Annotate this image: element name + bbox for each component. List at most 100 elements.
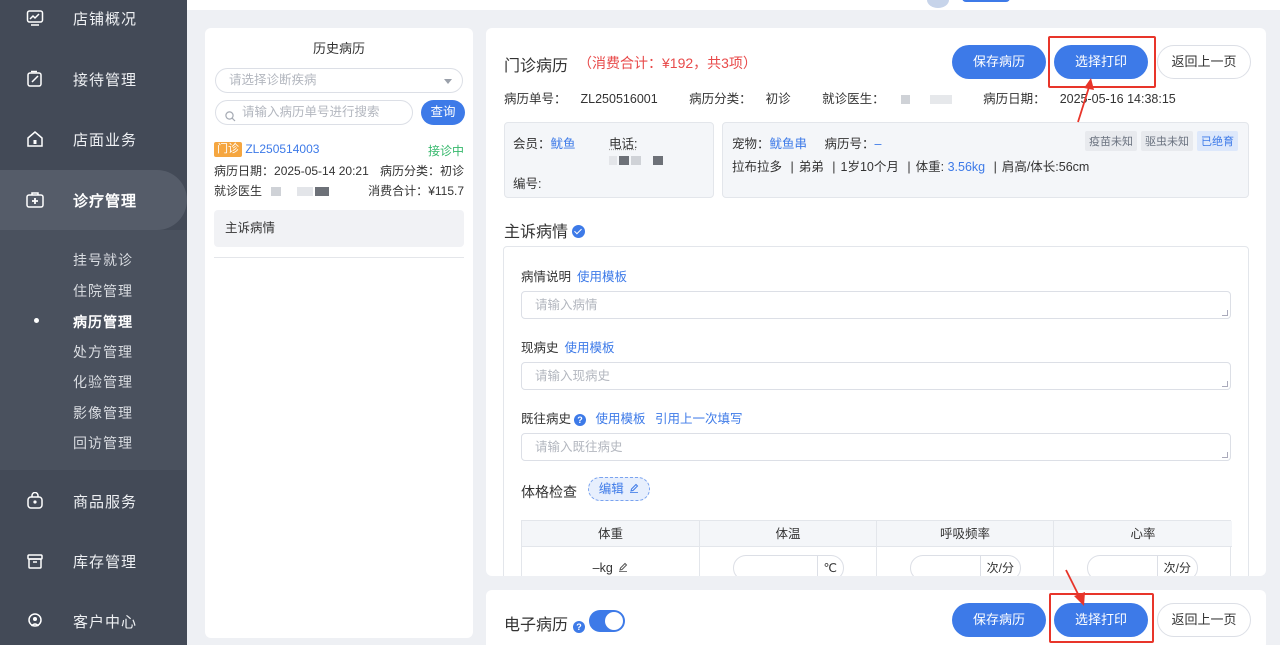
clipboard-icon bbox=[24, 68, 46, 90]
chart-icon bbox=[24, 7, 46, 29]
arrow-annotation bbox=[1065, 569, 1085, 606]
nav-label: 店铺概况 bbox=[73, 10, 138, 28]
electronic-record-title: 电子病历? bbox=[504, 611, 586, 635]
save-record-button[interactable]: 保存病历 bbox=[952, 45, 1046, 79]
redacted-name bbox=[297, 187, 314, 196]
nav-label: 商品服务 bbox=[73, 493, 138, 511]
heart-input[interactable]: 次/分 bbox=[1087, 555, 1198, 576]
current-history-textarea[interactable]: 请输入现病史 bbox=[521, 362, 1231, 390]
nav-store-overview[interactable]: 店铺概况 bbox=[0, 0, 187, 48]
bag-icon bbox=[24, 490, 46, 512]
temp-input[interactable]: ℃ bbox=[733, 555, 844, 576]
resize-handle[interactable] bbox=[1222, 381, 1228, 387]
pet-weight-label: 体重: bbox=[915, 160, 945, 174]
save-record-button[interactable]: 保存病历 bbox=[952, 603, 1046, 637]
past-history-label: 既往病史 bbox=[521, 412, 572, 426]
redacted-name bbox=[900, 95, 910, 104]
use-template-link[interactable]: 使用模板 bbox=[565, 341, 615, 355]
sub-item-imaging[interactable]: 影像管理 bbox=[73, 403, 133, 423]
sub-item-registration[interactable]: 挂号就诊 bbox=[73, 250, 133, 270]
electronic-record-toggle[interactable] bbox=[589, 610, 625, 632]
category: 初诊 bbox=[765, 92, 791, 106]
use-template-link[interactable]: 使用模板 bbox=[577, 270, 627, 284]
deworm-tag: 驱虫未知 bbox=[1141, 131, 1193, 151]
help-icon[interactable]: ? bbox=[573, 621, 586, 633]
medical-kit-icon bbox=[24, 189, 46, 211]
nav-inventory[interactable]: 库存管理 bbox=[0, 531, 187, 591]
pencil-icon[interactable] bbox=[618, 562, 628, 572]
pet-height: 肩高/体长:56cm bbox=[1001, 160, 1090, 174]
sub-item-lab[interactable]: 化验管理 bbox=[73, 372, 133, 392]
top-bar bbox=[187, 0, 1280, 10]
vitals-header-resp: 呼吸频率 bbox=[877, 521, 1054, 547]
record-date-label: 病历日期： bbox=[214, 164, 275, 178]
page-title: 门诊病历 bbox=[504, 58, 569, 75]
pet-name[interactable]: 鱿鱼串 bbox=[770, 137, 808, 151]
weight-value: –kg bbox=[592, 561, 613, 575]
resize-handle[interactable] bbox=[1222, 310, 1228, 316]
vitals-header-weight: 体重 bbox=[522, 521, 700, 547]
sub-item-followup[interactable]: 回访管理 bbox=[73, 433, 133, 453]
condition-textarea[interactable]: 请输入病情 bbox=[521, 291, 1231, 319]
resize-handle[interactable] bbox=[1222, 452, 1228, 458]
query-button[interactable]: 查询 bbox=[421, 100, 465, 125]
vitals-header-heart: 心率 bbox=[1054, 521, 1232, 547]
date-label: 病历日期： bbox=[983, 92, 1046, 106]
record-doctor-label: 就诊医生 bbox=[214, 184, 263, 198]
nav-products[interactable]: 商品服务 bbox=[0, 471, 187, 531]
history-panel: 历史病历 请选择诊断疾病 请输入病历单号进行搜索 查询 门诊 ZL2505140… bbox=[205, 28, 473, 638]
reuse-last-link[interactable]: 引用上一次填写 bbox=[655, 412, 743, 426]
pet-label: 宠物： bbox=[732, 137, 770, 151]
history-title: 历史病历 bbox=[312, 41, 365, 56]
complaint-section-title: 主诉病情 bbox=[504, 218, 586, 242]
redacted-phone bbox=[631, 156, 641, 165]
record-category-label: 病历分类： bbox=[379, 164, 440, 178]
history-record[interactable]: 门诊 ZL250514003 接诊中 病历日期：2025-05-14 20:21… bbox=[214, 142, 464, 202]
active-dot bbox=[34, 318, 39, 323]
doctor-label: 就诊医生： bbox=[822, 92, 885, 106]
search-icon bbox=[225, 107, 236, 130]
current-history-label: 现病史 bbox=[521, 341, 559, 355]
electronic-record-panel: 电子病历? 保存病历 选择打印 返回上一页 bbox=[486, 590, 1266, 645]
record-number-link[interactable]: ZL250514003 bbox=[245, 142, 319, 156]
consumption-summary: （消费合计：¥192，共3项） bbox=[578, 55, 757, 71]
electronic-record-title-text: 电子病历 bbox=[504, 617, 569, 634]
pencil-icon bbox=[630, 483, 639, 493]
nav-label: 诊疗管理 bbox=[73, 192, 138, 210]
record-search-input[interactable]: 请输入病历单号进行搜索 bbox=[215, 100, 413, 125]
disease-select-placeholder: 请选择诊断疾病 bbox=[229, 73, 317, 87]
use-template-link[interactable]: 使用模板 bbox=[596, 412, 646, 426]
redacted-name bbox=[315, 187, 330, 196]
nav-label: 店面业务 bbox=[73, 131, 138, 149]
divider bbox=[214, 257, 464, 258]
current-history-row-label: 现病史 使用模板 bbox=[521, 337, 615, 356]
nav-reception[interactable]: 接待管理 bbox=[0, 49, 187, 109]
edit-exam-button[interactable]: 编辑 bbox=[588, 477, 650, 501]
sub-item-medical-records[interactable]: 病历管理 bbox=[73, 312, 133, 332]
vitals-header-temp: 体温 bbox=[700, 521, 877, 547]
help-icon[interactable]: ? bbox=[574, 414, 587, 426]
nav-treatment[interactable]: 诊疗管理 bbox=[0, 170, 187, 230]
vitals-table: 体重 体温 呼吸频率 心率 –kg ℃ 次/分 次/分 bbox=[521, 520, 1232, 576]
sub-item-hospital[interactable]: 住院管理 bbox=[73, 281, 133, 301]
member-name[interactable]: 鱿鱼 bbox=[551, 137, 576, 151]
disease-select[interactable]: 请选择诊断疾病 bbox=[215, 68, 463, 93]
back-button[interactable]: 返回上一页 bbox=[1157, 45, 1251, 79]
redacted-phone bbox=[619, 156, 629, 165]
resp-input[interactable]: 次/分 bbox=[910, 555, 1021, 576]
avatar[interactable] bbox=[927, 0, 949, 8]
sub-item-prescription[interactable]: 处方管理 bbox=[73, 342, 133, 362]
nav-store-business[interactable]: 店面业务 bbox=[0, 109, 187, 169]
pet-breed: 拉布拉多 bbox=[732, 160, 783, 174]
complaint-item[interactable]: 主诉病情 bbox=[214, 210, 464, 247]
record-date: 2025-05-14 20:21 bbox=[274, 164, 369, 178]
physical-exam-label: 体格检查 bbox=[521, 484, 577, 500]
back-button[interactable]: 返回上一页 bbox=[1157, 603, 1251, 637]
past-history-placeholder: 请输入既往病史 bbox=[535, 440, 623, 454]
top-button[interactable] bbox=[962, 0, 1010, 2]
vitals-weight-cell: –kg bbox=[522, 547, 700, 576]
past-history-textarea[interactable]: 请输入既往病史 bbox=[521, 433, 1231, 461]
neutered-tag: 已绝育 bbox=[1197, 131, 1238, 151]
nav-customers[interactable]: 客户中心 bbox=[0, 591, 187, 645]
outpatient-tag: 门诊 bbox=[214, 142, 242, 157]
